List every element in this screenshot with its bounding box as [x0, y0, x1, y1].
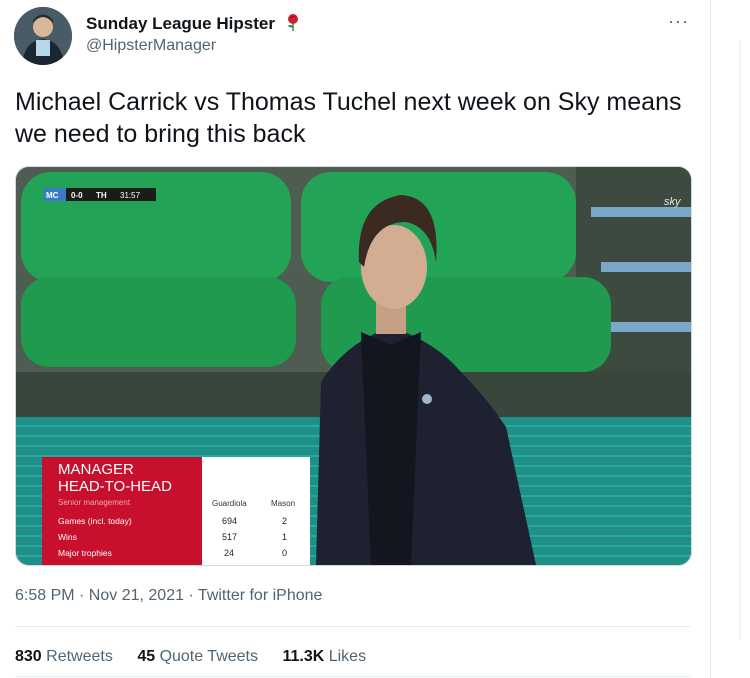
graphic-row-label: Games (incl. today) [58, 516, 132, 526]
graphic-row-value: 1 [282, 532, 287, 542]
divider [15, 626, 691, 627]
graphic-row-value: 24 [224, 548, 234, 558]
tweet-metadata: 6:58 PM · Nov 21, 2021 · Twitter for iPh… [15, 587, 322, 605]
tweet-source[interactable]: Twitter for iPhone [198, 587, 323, 604]
graphic-row-value: 694 [222, 516, 237, 526]
media-scene: MC 0-0 TH 31:57 sky MANAGER HEAD-TO-HEAD… [16, 167, 691, 565]
author-display-name[interactable]: Sunday League Hipster [86, 13, 300, 36]
graphic-row-label: Major trophies [58, 548, 112, 558]
engagement-stats: 830 Retweets 45 Quote Tweets 11.3K Likes [15, 648, 386, 666]
graphic-row-value: 0 [282, 548, 287, 558]
quote-tweets-stat[interactable]: 45 Quote Tweets [137, 648, 258, 666]
rose-icon [286, 13, 300, 36]
separator-dot: · [188, 587, 198, 604]
head-to-head-graphic: MANAGER HEAD-TO-HEAD Senior management G… [42, 457, 310, 565]
graphic-row-label: Wins [58, 532, 77, 542]
avatar[interactable] [14, 7, 72, 65]
svg-text:31:57: 31:57 [120, 191, 141, 200]
svg-text:TH: TH [96, 191, 107, 200]
tweet-card: Sunday League Hipster @HipsterManager ··… [0, 0, 710, 678]
graphic-row-value: 517 [222, 532, 237, 542]
tweet-media-image[interactable]: MC 0-0 TH 31:57 sky MANAGER HEAD-TO-HEAD… [15, 166, 692, 566]
svg-text:MC: MC [46, 191, 59, 200]
sky-logo: sky [664, 196, 682, 208]
divider [15, 676, 691, 677]
graphic-title-line1: MANAGER [58, 461, 134, 478]
graphic-col-guardiola: Guardiola [212, 499, 247, 508]
graphic-col-mason: Mason [271, 499, 295, 508]
graphic-row-value: 2 [282, 516, 287, 526]
svg-text:0-0: 0-0 [71, 191, 83, 200]
author-handle[interactable]: @HipsterManager [86, 37, 216, 55]
tweet-timestamp[interactable]: 6:58 PM · Nov 21, 2021 [15, 587, 184, 604]
likes-stat[interactable]: 11.3K Likes [282, 648, 366, 666]
scorebug: MC 0-0 TH 31:57 [44, 188, 156, 201]
graphic-title-line2: HEAD-TO-HEAD [58, 478, 172, 495]
more-options-icon[interactable]: ··· [668, 11, 689, 32]
right-sidebar-edge [711, 0, 750, 678]
graphic-subtitle: Senior management [58, 498, 131, 507]
tweet-text: Michael Carrick vs Thomas Tuchel next we… [15, 88, 682, 148]
retweets-stat[interactable]: 830 Retweets [15, 648, 113, 666]
